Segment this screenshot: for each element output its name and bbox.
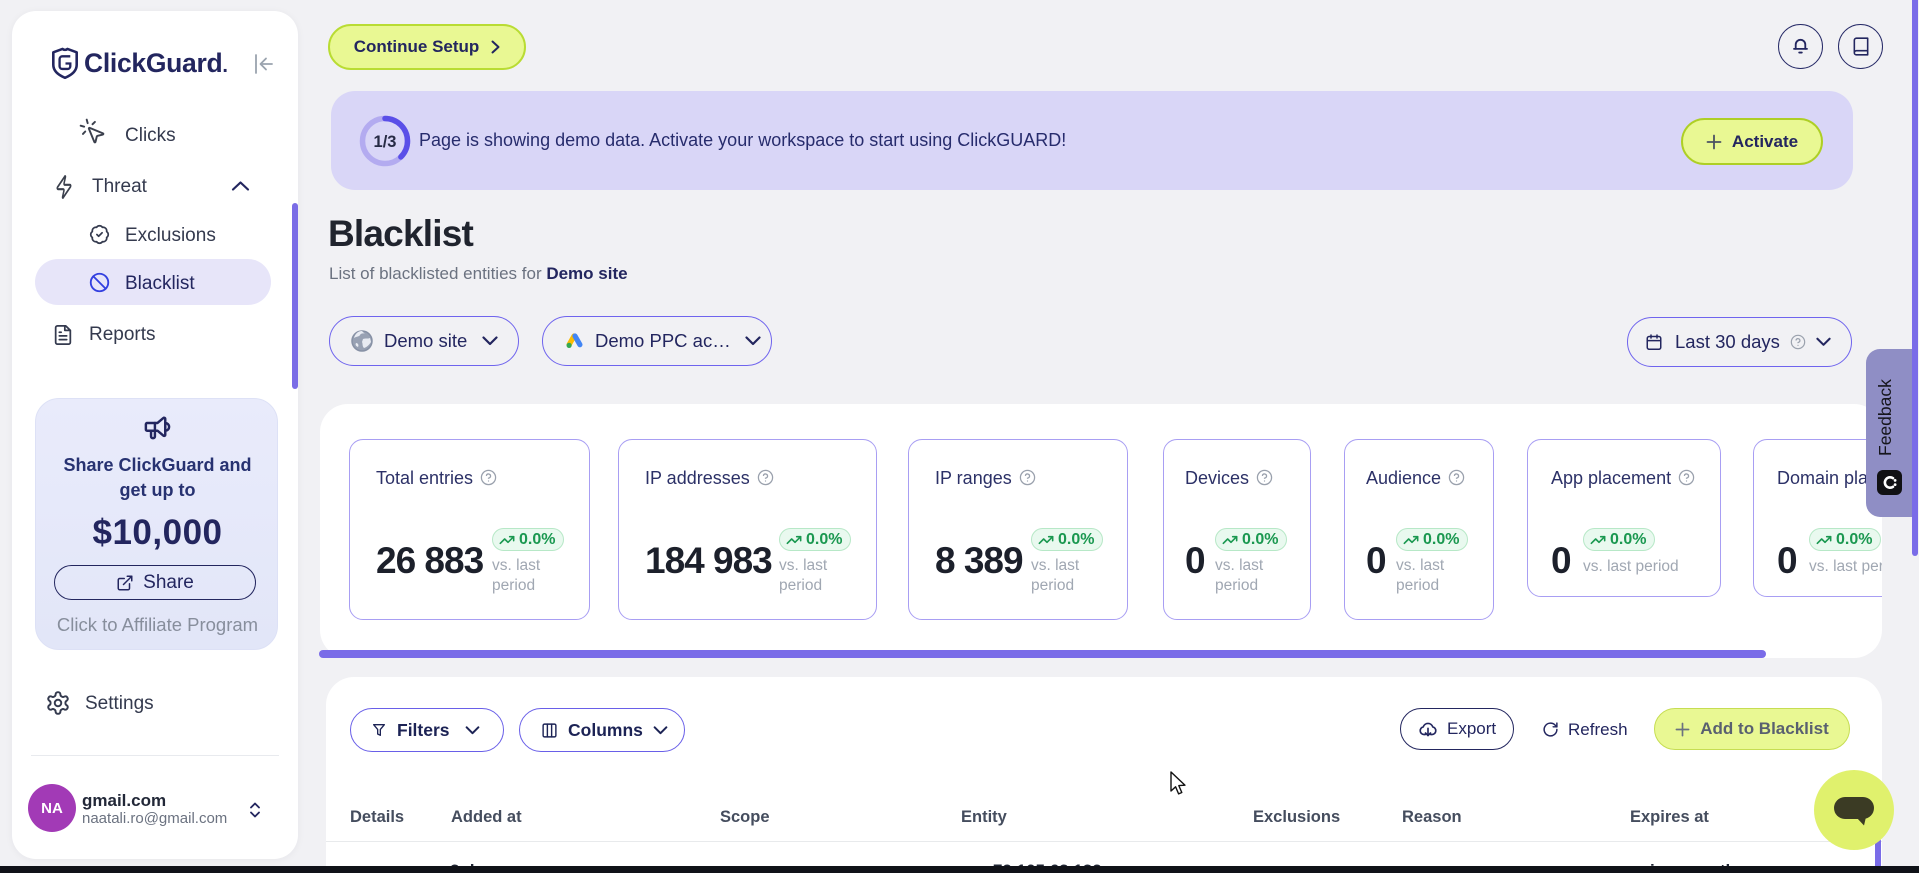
svg-text:1/3: 1/3	[374, 133, 397, 151]
